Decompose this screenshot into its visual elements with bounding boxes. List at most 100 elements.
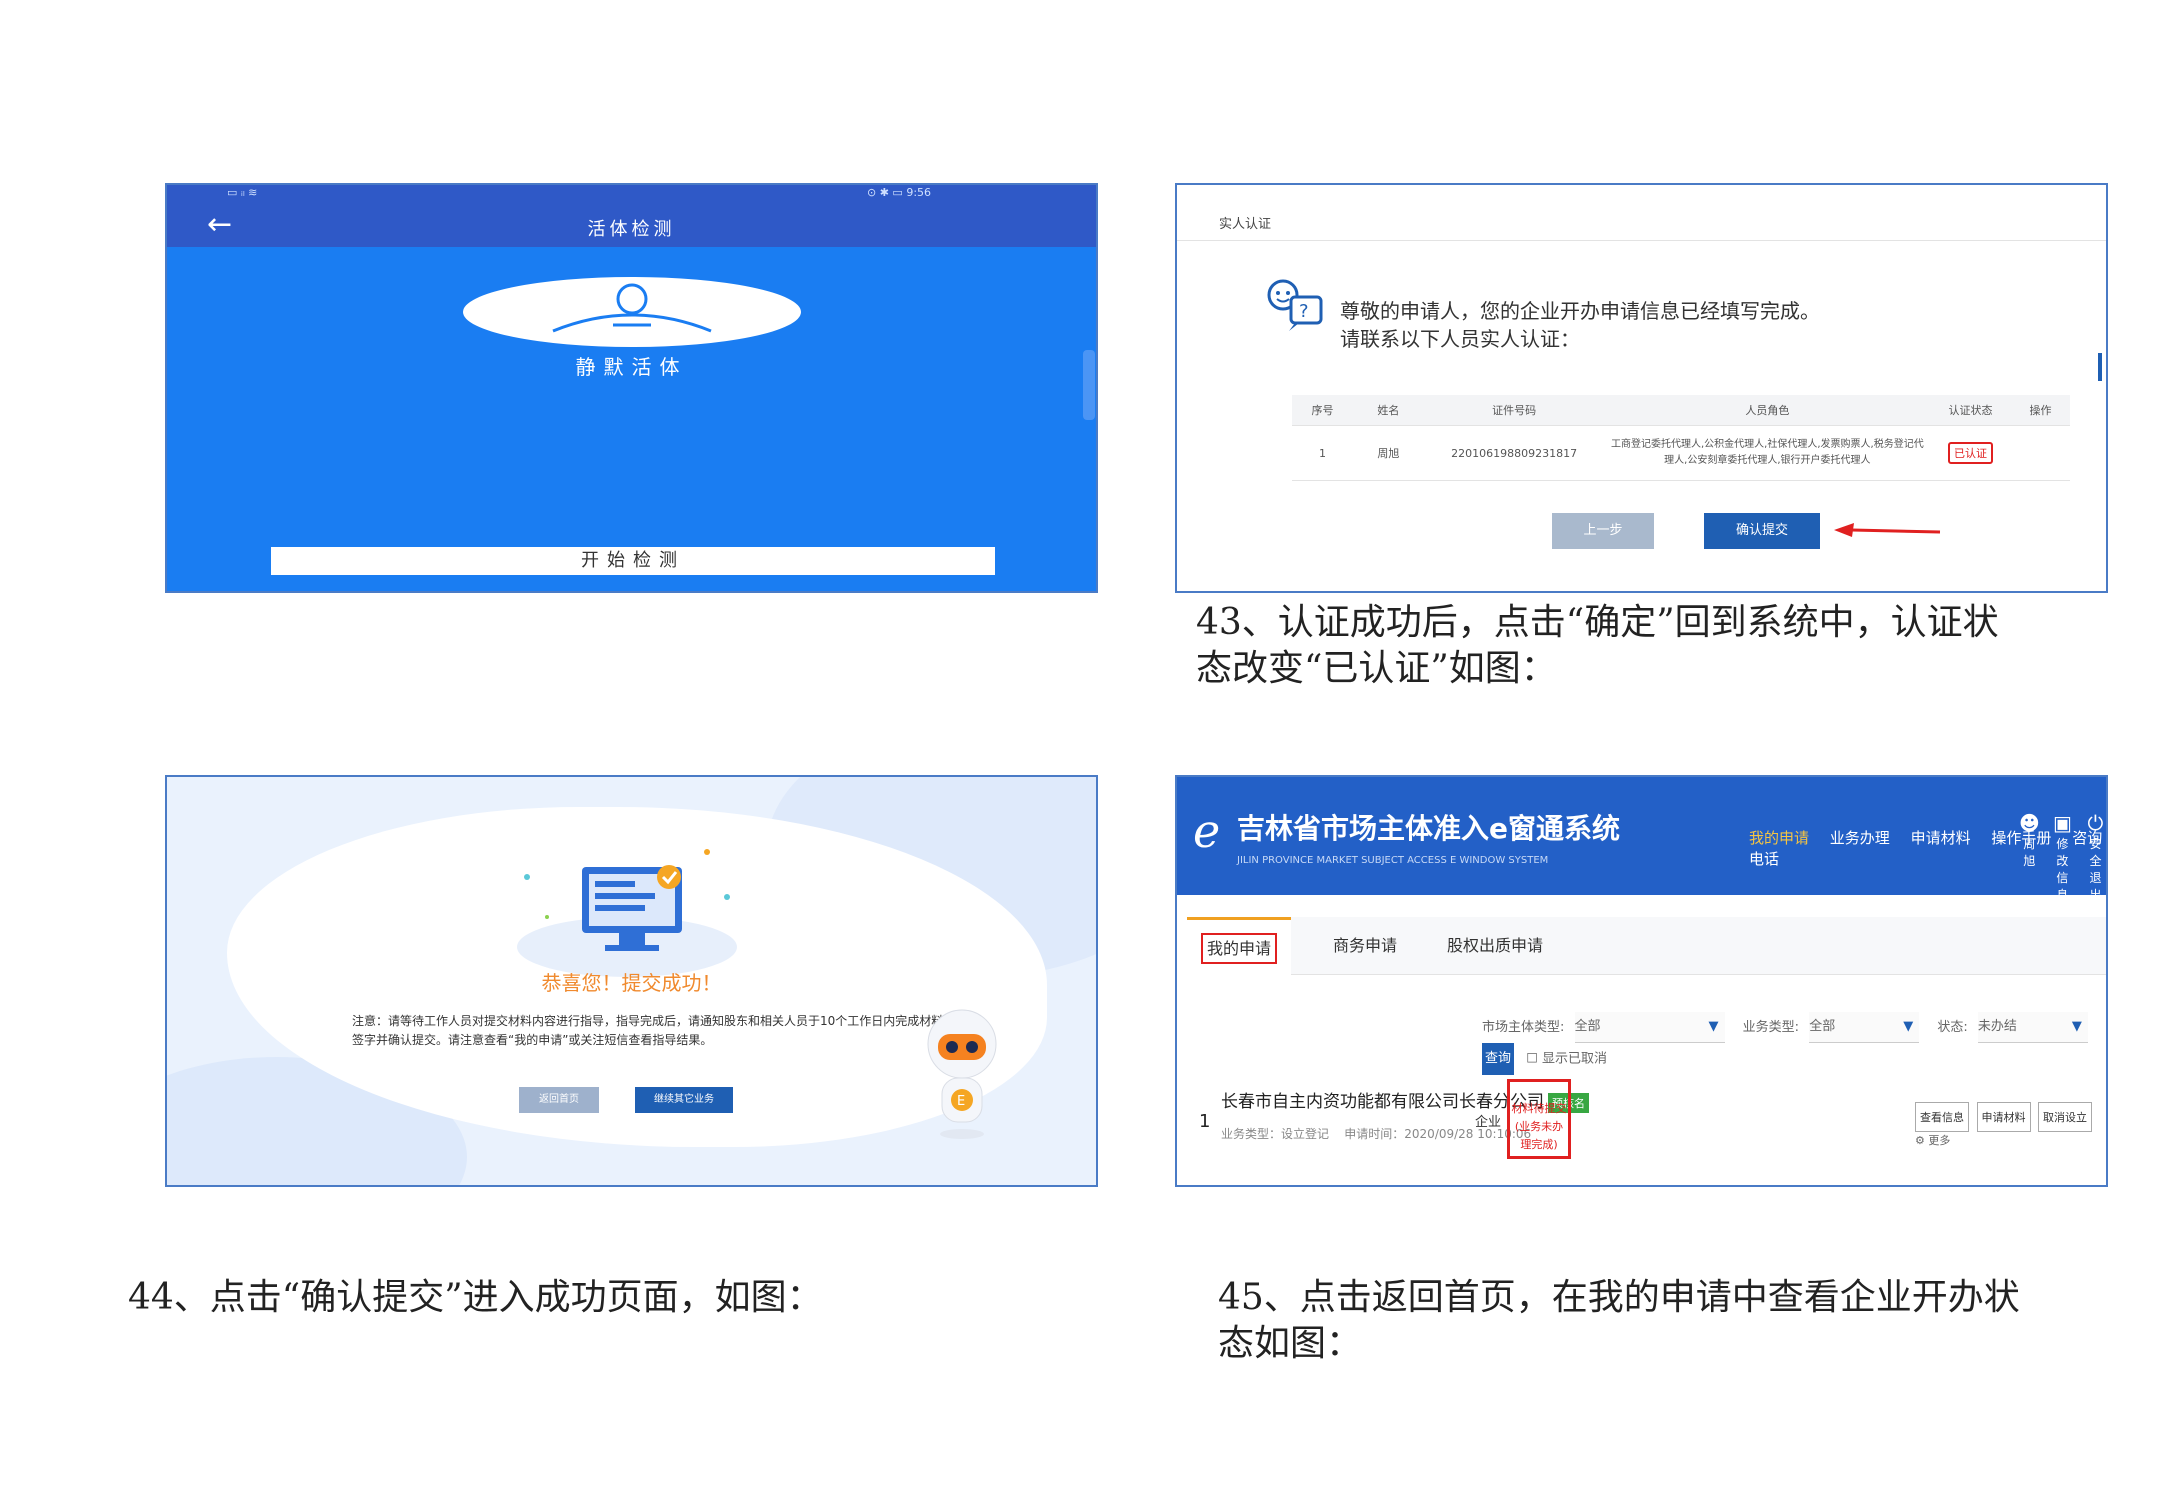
col-status: 认证状态 [1930,395,2011,426]
robot-mascot-icon: E [927,1009,997,1139]
user-name: 周旭 [2023,837,2036,868]
continue-business-button[interactable]: 继续其它业务 [635,1087,733,1113]
row-name: 周旭 [1352,425,1424,481]
business-type: 业务类型：设立登记 [1221,1127,1330,1141]
tab-strip: 我的申请 商务申请 股权出质申请 [1187,917,2106,978]
caption-44: 44、点击“确认提交”进入成功页面，如图： [128,1277,823,1318]
row-actions: 查看信息 申请材料 取消设立 ⚙ 更多 [1915,1102,2106,1148]
logout-item[interactable]: ⏻ 安全退出 [2085,811,2106,903]
col-index: 序号 [1292,395,1353,426]
nav-my-applications[interactable]: 我的申请 [1749,829,1809,847]
svg-text:E: E [957,1094,965,1109]
scrollbar[interactable] [1083,350,1095,420]
note-line-1: 注意：请等待工作人员对提交材料内容进行指导，指导完成后，请通知股东和相关人员于1… [352,1014,944,1028]
edge-marker [2098,353,2102,381]
phone-status-bar: ▭ ᵢₗ ≋ ⊙ ✱ ▭ 9:56 [167,185,1096,203]
tab-equity-pledge[interactable]: 股权出质申请 [1447,917,1543,975]
success-message: 恭喜您！提交成功！ [541,971,722,995]
view-info-button[interactable]: 查看信息 [1915,1102,1969,1132]
page-title: 活体检测 [587,219,676,240]
notice-line-1: 尊敬的申请人，您的企业开办申请信息已经填写完成。 [1340,299,1820,323]
liveness-screenshot: ▭ ᵢₗ ≋ ⊙ ✱ ▭ 9:56 ← 活体检测 静默活体 开始检测 [165,183,1098,593]
application-status-box: 材料待提交 (业务未办理完成) [1507,1079,1571,1159]
filter-status-label: 状态: [1937,1020,1968,1035]
success-screenshot: 恭喜您！提交成功！ 注意：请等待工作人员对提交材料内容进行指导，指导完成后，请通… [165,775,1098,1187]
chevron-down-icon: ▼ [2071,1019,2082,1034]
tab-my-applications[interactable]: 我的申请 [1187,917,1291,978]
user-item[interactable]: ☻ 周旭 [2019,811,2040,903]
panel-header: 实人认证 [1177,185,2106,241]
red-arrow-icon [1834,523,1941,537]
note-line-2: 签字并确认提交。请注意查看“我的申请”或关注短信查看指导结果。 [352,1033,713,1047]
svg-text:e: e [1193,804,1220,858]
nav-business[interactable]: 业务办理 [1830,829,1890,847]
system-header: e 吉林省市场主体准入e窗通系统 JILIN PROVINCE MARKET S… [1177,777,2106,902]
row-status-cell: 已认证 [1930,425,2011,481]
person-table: 序号 姓名 证件号码 人员角色 认证状态 操作 1 周旭 22010619880… [1292,395,2070,481]
table-header-row: 序号 姓名 证件号码 人员角色 认证状态 操作 [1292,395,2070,426]
user-icon: ☻ [2019,811,2040,835]
user-actions: ☻ 周旭 ▣ 修改信息 ⏻ 安全退出 [2019,811,2106,903]
filter-biz-label: 业务类型: [1742,1020,1800,1035]
table-row: 1 周旭 220106198809231817 工商登记委托代理人,公积金代理人… [1292,425,2070,481]
row-index: 1 [1199,1111,1211,1132]
materials-button[interactable]: 申请材料 [1976,1102,2031,1132]
status-right: ⊙ ✱ ▭ 9:56 [867,186,932,199]
face-frame [463,277,801,347]
entity-type: 企业 [1475,1115,1502,1130]
show-cancelled-checkbox[interactable]: ☐ 显示已取消 [1526,1052,1607,1067]
caption-43-line1: 43、认证成功后，点击“确定”回到系统中，认证状 [1196,602,1999,643]
liveness-mode: 静默活体 [575,355,688,379]
company-name-text: 长春市自主内资功能都有限公司长春分公司 [1221,1092,1544,1112]
col-name: 姓名 [1352,395,1424,426]
filter-type-value: 全部 [1574,1019,1601,1034]
chevron-down-icon: ▼ [1708,1019,1719,1034]
more-button[interactable]: ⚙ 更多 [1915,1134,1950,1147]
prev-step-button[interactable]: 上一步 [1552,513,1654,549]
lock-icon: ▣ [2052,811,2072,835]
filter-biz-value: 全部 [1809,1019,1836,1034]
my-applications-screenshot: e 吉林省市场主体准入e窗通系统 JILIN PROVINCE MARKET S… [1175,775,2108,1187]
more-label: 更多 [1928,1134,1951,1147]
system-subtitle: JILIN PROVINCE MARKET SUBJECT ACCESS E W… [1237,855,1549,866]
row-action[interactable] [2010,425,2070,481]
filter-type-select[interactable]: 全部 ▼ [1574,1012,1725,1043]
filter-bar: 市场主体类型: 全部 ▼ 业务类型: 全部 ▼ 状态: 未办结 ▼ 查询 ☐ 显示已取… [1482,1012,2106,1075]
col-id: 证件号码 [1423,395,1605,426]
caption-45-line2: 态如图： [1218,1323,1363,1364]
tab-label: 我的申请 [1200,933,1277,964]
filter-status-select[interactable]: 未办结 ▼ [1977,1012,2088,1043]
chevron-down-icon: ▼ [1903,1019,1914,1034]
status-line-2: (业务未办理完成) [1514,1120,1564,1151]
apply-time: 申请时间：2020/09/28 10:10:06 [1344,1127,1532,1141]
notice-line-2: 请联系以下人员实人认证： [1340,327,1580,351]
verification-screenshot: 实人认证 ? 尊敬的申请人，您的企业开办申请信息已经填写完成。 请联系以下人员实… [1175,183,2108,593]
edit-info-label: 修改信息 [2056,837,2069,902]
search-button[interactable]: 查询 [1482,1043,1514,1075]
col-role: 人员角色 [1604,395,1931,426]
filter-status-value: 未办结 [1977,1019,2017,1034]
row-id-number: 220106198809231817 [1423,425,1605,481]
status-line-1: 材料待提交 [1511,1102,1567,1115]
chat-bubble-icon: ? [1267,279,1323,331]
e-window-logo-icon: e [1193,804,1220,858]
person-icon [552,283,712,333]
col-action: 操作 [2010,395,2070,426]
title-bar: ← 活体检测 [167,203,1096,247]
filter-biz-select[interactable]: 全部 ▼ [1809,1012,1920,1043]
edit-info-item[interactable]: ▣ 修改信息 [2052,811,2073,903]
back-home-button[interactable]: 返回首页 [519,1087,599,1113]
cancel-setup-button[interactable]: 取消设立 [2038,1102,2092,1132]
svg-text:?: ? [1299,301,1309,322]
status-badge: 已认证 [1948,442,1994,464]
row-index: 1 [1292,425,1353,481]
start-detection-button[interactable]: 开始检测 [271,547,995,575]
row-role: 工商登记委托代理人,公积金代理人,社保代理人,发票购票人,税务登记代理人,公安刻… [1604,425,1931,481]
tab-commerce[interactable]: 商务申请 [1333,917,1397,975]
nav-materials[interactable]: 申请材料 [1911,829,1971,847]
logout-label: 安全退出 [2089,837,2102,902]
show-cancelled-label: 显示已取消 [1541,1051,1607,1067]
confirm-submit-button[interactable]: 确认提交 [1704,513,1820,549]
filter-type-label: 市场主体类型: [1482,1020,1565,1035]
panel-header-title: 实人认证 [1219,217,1272,232]
